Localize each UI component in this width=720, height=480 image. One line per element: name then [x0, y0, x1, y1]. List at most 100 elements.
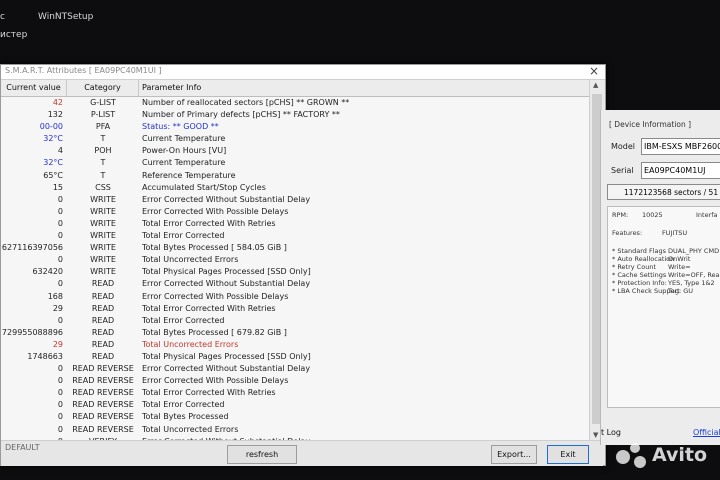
scroll-up-icon[interactable]: ▲ — [593, 81, 598, 89]
desktop-icon-label[interactable]: истер — [0, 30, 27, 40]
table-row[interactable]: 0 READ Error Corrected Without Substantial… — [1, 278, 589, 290]
current-value-cell: 0 — [57, 400, 63, 410]
rpm-label: RPM: — [612, 211, 629, 219]
current-value-cell: 0 — [57, 206, 63, 216]
category-cell: READ — [91, 351, 115, 361]
table-row[interactable]: 0 WRITE Total Error Corrected With Retries — [1, 218, 589, 230]
table-row[interactable]: 32°C T Current Temperature — [1, 133, 589, 145]
category-cell: READ — [91, 291, 115, 301]
parameter-info-cell: Reference Temperature — [142, 170, 236, 180]
category-cell: READ REVERSE — [72, 424, 134, 434]
current-value-cell: 29 — [52, 303, 63, 313]
table-row[interactable]: 42 G-LIST Number of reallocated sectors [p… — [1, 97, 589, 109]
export-button[interactable]: Export... — [491, 445, 537, 464]
desktop-icon-label[interactable]: с — [0, 12, 5, 22]
interface-label: Interfa — [696, 211, 718, 219]
table-row[interactable]: 65°C T Reference Temperature — [1, 170, 589, 182]
table-row[interactable]: 168 READ Error Corrected With Possible Del… — [1, 291, 589, 303]
category-cell: P-LIST — [90, 110, 116, 120]
table-body: 42 G-LIST Number of reallocated sectors [p… — [1, 97, 589, 440]
table-row[interactable]: 32°C T Current Temperature — [1, 157, 589, 169]
scroll-down-icon[interactable]: ▼ — [593, 431, 598, 439]
table-row[interactable]: 0 READ REVERSE Total Error Corrected With … — [1, 387, 589, 399]
table-row[interactable]: 0 READ REVERSE Total Bytes Processed — [1, 411, 589, 423]
parameter-info-cell: Current Temperature — [142, 158, 226, 168]
current-value-cell: 1748663 — [27, 351, 63, 361]
flag-value: DUAL_PHY CMD — [668, 247, 720, 255]
table-row[interactable]: 0 READ Total Error Corrected — [1, 315, 589, 327]
exit-button[interactable]: Exit — [547, 445, 589, 464]
table-row[interactable]: 00-00 PFA Status: ** GOOD ** — [1, 121, 589, 133]
parameter-info-cell: Total Bytes Processed [ 679.82 GiB ] — [142, 327, 287, 337]
model-field[interactable]: IBM-ESXS MBF2600 — [641, 138, 720, 155]
smart-attributes-window: S.M.A.R.T. Attributes [ EA09PC40M1UI ] ×… — [0, 64, 606, 466]
category-cell: PFA — [95, 122, 111, 132]
official-link[interactable]: Official — [693, 428, 720, 437]
current-value-cell: 627116397056 — [1, 243, 63, 253]
column-header-info[interactable]: Parameter Info — [139, 80, 589, 96]
parameter-info-cell: Total Error Corrected — [142, 231, 225, 241]
parameter-info-cell: Total Error Corrected With Retries — [142, 218, 276, 228]
table-row[interactable]: 29 READ Total Error Corrected With Retries — [1, 303, 589, 315]
rpm-value: 10025 — [642, 211, 663, 219]
category-cell: WRITE — [90, 255, 116, 265]
parameter-info-cell: Number of Primary defects [pCHS] ** FACT… — [142, 110, 340, 120]
table-row[interactable]: 627116397056 WRITE Total Bytes Processed [… — [1, 242, 589, 254]
table-row[interactable]: 1748663 READ Total Physical Pages Processe… — [1, 351, 589, 363]
table-row[interactable]: 0 WRITE Error Corrected With Possible Dela… — [1, 206, 589, 218]
category-cell: T — [100, 134, 106, 144]
parameter-info-cell: Status: ** GOOD ** — [142, 122, 219, 132]
parameter-info-cell: Error Corrected With Possible Delays — [142, 291, 289, 301]
table-row[interactable]: 29 READ Total Uncorrected Errors — [1, 339, 589, 351]
column-header-category[interactable]: Category — [67, 80, 139, 96]
features-value: FUJITSU — [662, 229, 688, 237]
title-bar[interactable]: S.M.A.R.T. Attributes [ EA09PC40M1UI ] × — [1, 64, 605, 80]
table-row[interactable]: 132 P-LIST Number of Primary defects [pCHS… — [1, 109, 589, 121]
current-value-cell: 15 — [52, 182, 63, 192]
column-header-value[interactable]: Current value — [1, 80, 67, 96]
current-value-cell: 0 — [57, 218, 63, 228]
flag-value: YES, Type 1&2 — [668, 279, 715, 287]
category-cell: T — [100, 158, 106, 168]
table-row[interactable]: 0 WRITE Total Error Corrected — [1, 230, 589, 242]
parameter-info-cell: Total Physical Pages Processed [SSD Only… — [142, 351, 311, 361]
current-value-cell: 0 — [57, 364, 63, 374]
desktop-icon-winntsetup[interactable]: WinNTSetup — [38, 12, 93, 22]
category-cell: READ — [91, 303, 115, 313]
table-row[interactable]: 0 READ REVERSE Total Error Corrected — [1, 399, 589, 411]
device-info-title: [ Device Information ] — [609, 120, 692, 129]
table-row[interactable]: 0 READ REVERSE Total Uncorrected Errors — [1, 424, 589, 436]
parameter-info-cell: Error Corrected Without Substantial Dela… — [142, 279, 311, 289]
table-row[interactable]: 729955088896 READ Total Bytes Processed [ … — [1, 327, 589, 339]
model-label: Model — [611, 142, 636, 151]
table-row[interactable]: 632420 WRITE Total Physical Pages Processe… — [1, 266, 589, 278]
current-value-cell: 729955088896 — [1, 327, 63, 337]
table-row[interactable]: 15 CSS Accumulated Start/Stop Cycles — [1, 182, 589, 194]
category-cell: POH — [94, 146, 112, 156]
window-title: S.M.A.R.T. Attributes [ EA09PC40M1UI ] — [5, 66, 162, 75]
parameter-info-cell: Total Uncorrected Errors — [142, 339, 239, 349]
current-value-cell: 0 — [57, 424, 63, 434]
parameter-info-cell: Total Error Corrected — [142, 315, 225, 325]
serial-field[interactable]: EA09PC40M1UJ — [641, 162, 720, 179]
parameter-info-cell: Total Physical Pages Processed [SSD Only… — [142, 267, 311, 277]
refresh-button[interactable]: resfresh — [227, 445, 297, 464]
table-row[interactable]: 0 READ REVERSE Error Corrected Without Sub… — [1, 363, 589, 375]
parameter-info-cell: Current Temperature — [142, 134, 226, 144]
table-row[interactable]: 0 WRITE Total Uncorrected Errors — [1, 254, 589, 266]
avito-watermark: Avito — [612, 438, 716, 472]
bottom-toolbar: DEFAULT resfresh Export... Exit — [1, 440, 603, 466]
category-cell: WRITE — [90, 218, 116, 228]
category-cell: WRITE — [90, 267, 116, 277]
current-value-cell: 132 — [47, 110, 63, 120]
category-cell: READ REVERSE — [72, 412, 134, 422]
current-value-cell: 0 — [57, 315, 63, 325]
watermark-logo-dot — [630, 443, 640, 453]
flag-label: * Retry Count — [612, 263, 656, 271]
flag-label: * Cache Settings — [612, 271, 667, 279]
category-cell: T — [100, 170, 106, 180]
table-row[interactable]: 0 READ REVERSE Error Corrected With Possib… — [1, 375, 589, 387]
table-row[interactable]: 0 WRITE Error Corrected Without Substantia… — [1, 194, 589, 206]
table-row[interactable]: 4 POH Power-On Hours [VU] — [1, 145, 589, 157]
close-icon[interactable]: × — [589, 64, 599, 78]
